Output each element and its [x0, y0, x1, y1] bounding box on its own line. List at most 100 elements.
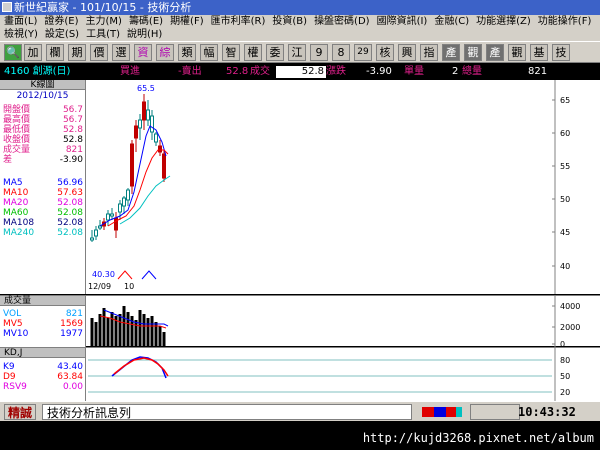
x-label-0: 12/09 [88, 282, 111, 291]
toolbar-button-14[interactable]: 8 [332, 44, 350, 61]
status-time: 10:43:32 [518, 405, 576, 419]
kline-y-tick-label: 50 [560, 195, 570, 204]
candle-body [146, 109, 150, 121]
volume-bar [134, 320, 138, 346]
toolbar-button-8[interactable]: 幅 [200, 44, 218, 61]
volume-bar [158, 326, 162, 346]
toolbar-button-3[interactable]: 價 [90, 44, 108, 61]
status-bar: 精誠 技術分析訊息列 10:43:32 [0, 401, 600, 421]
toolbar-button-24[interactable]: 技 [552, 44, 570, 61]
ma10-line [107, 149, 169, 227]
status-indicator-red-2 [446, 407, 456, 417]
status-message: 技術分析訊息列 [42, 404, 412, 420]
volume-bar [98, 314, 102, 346]
toolbar-button-7[interactable]: 類 [178, 44, 196, 61]
toolbar-button-20[interactable]: 觀 [464, 44, 482, 61]
candle-body [94, 229, 98, 237]
menu-item-1[interactable]: 證券(E) [44, 16, 78, 27]
menu-item-0[interactable]: 畫面(L) [4, 16, 37, 27]
menu-item-4[interactable]: 期權(F) [170, 16, 204, 27]
toolbar: 🔍 加欄期價選資綜類幅智權委江 9 8 29 核興指產觀產觀基技 [0, 41, 600, 63]
toolbar-button-18[interactable]: 指 [420, 44, 438, 61]
menu-item-10[interactable]: 功能選擇(Z) [476, 16, 531, 27]
search-icon[interactable]: 🔍 [4, 44, 22, 61]
toolbar-button-6[interactable]: 綜 [156, 44, 174, 61]
volume-bar [102, 308, 106, 346]
candle-body [130, 143, 134, 187]
toolbar-button-10[interactable]: 權 [244, 44, 262, 61]
app-icon [2, 2, 12, 12]
menu-row-2: 檢視(Y) 設定(S) 工具(T) 說明(H) [4, 28, 169, 41]
toolbar-button-21[interactable]: 產 [486, 44, 504, 61]
toolbar-button-0[interactable]: 加 [24, 44, 42, 61]
menu-item-row2-3[interactable]: 說明(H) [127, 29, 162, 40]
menu-item-row2-1[interactable]: 設定(S) [45, 29, 79, 40]
high-label: 65.5 [137, 84, 155, 93]
status-indicator-cyan [456, 407, 462, 417]
candle-body [162, 153, 166, 179]
toolbar-button-4[interactable]: 選 [112, 44, 130, 61]
menu-item-9[interactable]: 金融(C) [434, 16, 469, 27]
ask-label: -賣出 [178, 66, 202, 77]
low-label: 40.30 [92, 270, 115, 279]
candle-body [126, 189, 130, 201]
candle-body [90, 237, 94, 241]
volume-bar [138, 310, 142, 346]
volume-panel: 成交量 VOL 821 MV5 1569 MV10 1977 4000 2000 0 [0, 295, 600, 347]
volume-bar [162, 332, 166, 346]
vol-label: 單量 [404, 66, 424, 77]
toolbar-button-12[interactable]: 江 [288, 44, 306, 61]
volume-bar [90, 318, 94, 346]
change-label: 漲跌 [326, 66, 346, 77]
menu-item-row2-2[interactable]: 工具(T) [86, 29, 120, 40]
kd-y-tick-label: 20 [560, 388, 570, 397]
candle-body [110, 213, 114, 217]
candle-body [134, 125, 138, 139]
stock-code-name: 4160 創源(日) [4, 66, 71, 77]
status-indicator-blue [434, 407, 446, 417]
taskbar-area: http://kujd3268.pixnet.net/album [0, 421, 600, 450]
candle-body [142, 101, 146, 121]
toolbar-button-2[interactable]: 期 [68, 44, 86, 61]
toolbar-button-22[interactable]: 觀 [508, 44, 526, 61]
candle-body [98, 225, 102, 229]
menu-item-7[interactable]: 操盤密碼(D) [314, 16, 370, 27]
kline-y-tick-label: 60 [560, 129, 570, 138]
menu-row-1: 畫面(L) 證券(E) 主力(M) 籌碼(E) 期權(F) 匯市利率(R) 投資(B) 操盤密… [4, 15, 598, 28]
volume-chart: 4000 2000 0 [90, 296, 580, 347]
menu-item-8[interactable]: 國際資訊(I) [377, 16, 428, 27]
toolbar-button-1[interactable]: 欄 [46, 44, 64, 61]
toolbar-button-23[interactable]: 基 [530, 44, 548, 61]
total-value: 821 [528, 66, 548, 77]
volume-y-tick-label: 2000 [560, 323, 580, 332]
watermark-url: http://kujd3268.pixnet.net/album [362, 431, 594, 445]
toolbar-button-17[interactable]: 興 [398, 44, 416, 61]
toolbar-button-13[interactable]: 9 [310, 44, 328, 61]
menu-item-row2-0[interactable]: 檢視(Y) [4, 29, 38, 40]
status-indicator-red [422, 407, 434, 417]
candle-body [150, 115, 154, 133]
toolbar-button-15[interactable]: 29 [354, 44, 372, 61]
kline-y-tick-label: 45 [560, 228, 570, 237]
toolbar-button-9[interactable]: 智 [222, 44, 240, 61]
kline-y-tick-label: 40 [560, 262, 570, 271]
menu-item-3[interactable]: 籌碼(E) [129, 16, 163, 27]
menu-item-5[interactable]: 匯市利率(R) [211, 16, 266, 27]
toolbar-button-11[interactable]: 委 [266, 44, 284, 61]
toolbar-button-5[interactable]: 資 [134, 44, 152, 61]
menu-item-11[interactable]: 功能操作(F) [538, 16, 592, 27]
menu-item-6[interactable]: 投資(B) [272, 16, 307, 27]
toolbar-button-16[interactable]: 核 [376, 44, 394, 61]
status-gap [470, 404, 520, 420]
deal-box: 52.8 [276, 66, 326, 78]
volume-bar [110, 312, 114, 346]
status-left-label: 精誠 [4, 404, 37, 420]
vol-value: 2 [452, 66, 459, 77]
kd-panel: KD,J K9 43.40 D9 63.84 RSV9 0.00 80 50 20 [0, 347, 600, 402]
menu-item-2[interactable]: 主力(M) [86, 16, 122, 27]
toolbar-button-19[interactable]: 產 [442, 44, 460, 61]
deal-label: 成交 [250, 66, 270, 77]
candle-body [158, 145, 162, 153]
volume-bar [150, 316, 154, 346]
arrow-up-red-icon [117, 270, 133, 280]
